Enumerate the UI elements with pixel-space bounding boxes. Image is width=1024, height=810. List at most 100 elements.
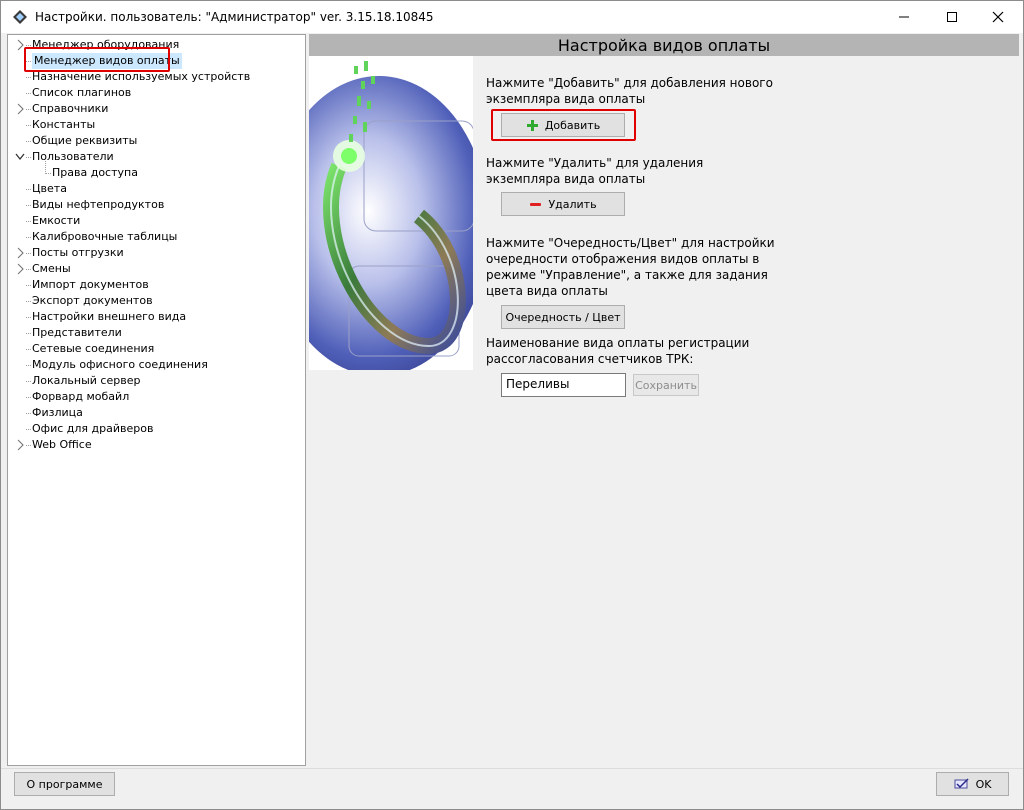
tree-item-label: Настройки внешнего вида	[32, 310, 187, 323]
order-color-button-label: Очередность / Цвет	[505, 310, 621, 324]
tree-connector	[26, 141, 31, 142]
overflow-name-input[interactable]: Переливы	[501, 373, 626, 397]
minimize-button[interactable]	[881, 1, 927, 33]
panel-header: Настройка видов оплаты	[309, 34, 1019, 56]
tree-item[interactable]: Модуль офисного соединения	[8, 357, 305, 373]
tree-connector	[26, 349, 31, 350]
tree-connector	[26, 397, 31, 398]
tree-connector	[26, 77, 31, 78]
tree-item-label: Импорт документов	[32, 278, 149, 291]
tree-item[interactable]: Представители	[8, 325, 305, 341]
chevron-down-icon[interactable]	[15, 151, 25, 163]
order-color-button[interactable]: Очередность / Цвет	[501, 305, 625, 329]
about-button[interactable]: О программе	[14, 772, 115, 796]
window-title: Настройки. пользователь: "Администратор"…	[35, 10, 434, 24]
chevron-right-icon[interactable]	[15, 439, 25, 451]
tree-item[interactable]: Физлица	[8, 405, 305, 421]
tree-connector	[26, 93, 31, 94]
chevron-right-icon[interactable]	[15, 247, 25, 259]
minimize-icon	[899, 16, 909, 18]
maximize-button[interactable]	[929, 1, 975, 33]
tree-item-label: Цвета	[32, 182, 67, 195]
tree-item[interactable]: Общие реквизиты	[8, 133, 305, 149]
tree-connector	[26, 333, 31, 334]
close-icon	[992, 11, 1004, 23]
ok-check-icon	[954, 778, 969, 789]
tree-connector	[26, 157, 31, 158]
save-button-label: Сохранить	[635, 378, 697, 392]
tree-item-label: Список плагинов	[32, 86, 132, 99]
tree-item-label: Калибровочные таблицы	[32, 230, 178, 243]
tree-connector	[26, 269, 31, 270]
tree-item-label: Форвард мобайл	[32, 390, 130, 403]
delete-hint-text: Нажмите "Удалить" для удаления экземпляр…	[486, 156, 704, 186]
delete-button-label: Удалить	[548, 197, 597, 211]
tree-connector	[26, 317, 31, 318]
tree-item-label: Физлица	[32, 406, 83, 419]
tree-item[interactable]: Сетевые соединения	[8, 341, 305, 357]
tree-connector	[26, 285, 31, 286]
decorative-illustration	[309, 56, 473, 370]
tree-item-label: Смены	[32, 262, 71, 275]
tree-item[interactable]: Константы	[8, 117, 305, 133]
order-hint-text: Нажмите "Очередность/Цвет" для настройки…	[486, 236, 775, 298]
tree-connector	[26, 301, 31, 302]
tree-item-label: Локальный сервер	[32, 374, 141, 387]
tree-item-label: Офис для драйверов	[32, 422, 154, 435]
tree-item[interactable]: Список плагинов	[8, 85, 305, 101]
payment-types-panel: Нажмите "Добавить" для добавления нового…	[309, 56, 1019, 766]
tree-item[interactable]: Права доступа	[8, 165, 305, 181]
tree-connector	[26, 253, 31, 254]
tree-item-label: Web Office	[32, 438, 92, 451]
tree-connector	[26, 45, 31, 46]
tree-connector	[26, 205, 31, 206]
maximize-icon	[947, 12, 957, 22]
tree-connector	[26, 381, 31, 382]
tree-child-connector	[45, 161, 46, 174]
tree-item[interactable]: Посты отгрузки	[8, 245, 305, 261]
tree-item[interactable]: Настройки внешнего вида	[8, 309, 305, 325]
tree-item-label: Модуль офисного соединения	[32, 358, 208, 371]
tree-item[interactable]: Емкости	[8, 213, 305, 229]
tree-item[interactable]: Локальный сервер	[8, 373, 305, 389]
tree-item[interactable]: Калибровочные таблицы	[8, 229, 305, 245]
tree-item-label: Виды нефтепродуктов	[32, 198, 165, 211]
tree-item[interactable]: Пользователи	[8, 149, 305, 165]
tree-connector	[26, 365, 31, 366]
chevron-right-icon[interactable]	[15, 263, 25, 275]
selected-item-highlight	[24, 47, 170, 72]
tree-item[interactable]: Цвета	[8, 181, 305, 197]
tree-item-label: Экспорт документов	[32, 294, 153, 307]
ok-button-label: OK	[975, 777, 992, 791]
tree-item[interactable]: Форвард мобайл	[8, 389, 305, 405]
tree-item[interactable]: Справочники	[8, 101, 305, 117]
tree-item[interactable]: Импорт документов	[8, 277, 305, 293]
footer-divider	[1, 768, 1023, 769]
tree-item[interactable]: Экспорт документов	[8, 293, 305, 309]
add-button[interactable]: Добавить	[501, 113, 625, 137]
add-hint-text: Нажмите "Добавить" для добавления нового…	[486, 76, 773, 106]
tree-item[interactable]: Офис для драйверов	[8, 421, 305, 437]
tree-item-label: Константы	[32, 118, 96, 131]
tree-item-label: Права доступа	[52, 166, 138, 179]
save-button[interactable]: Сохранить	[633, 374, 699, 396]
ok-button[interactable]: OK	[936, 772, 1009, 796]
chevron-right-icon[interactable]	[15, 103, 25, 115]
tree-item-label: Посты отгрузки	[32, 246, 124, 259]
tree-connector	[26, 413, 31, 414]
minus-icon	[530, 202, 542, 206]
tree-connector	[26, 189, 31, 190]
settings-tree[interactable]: Менеджер оборудования Менеджер видов опла…	[7, 34, 306, 766]
tree-item-label: Емкости	[32, 214, 81, 227]
tree-connector	[26, 109, 31, 110]
tree-item[interactable]: Web Office	[8, 437, 305, 453]
close-button[interactable]	[975, 1, 1021, 33]
tree-item-label: Общие реквизиты	[32, 134, 138, 147]
tree-connector	[26, 445, 31, 446]
tree-connector	[46, 173, 51, 174]
delete-button[interactable]: Удалить	[501, 192, 625, 216]
tree-item[interactable]: Смены	[8, 261, 305, 277]
tree-item[interactable]: Виды нефтепродуктов	[8, 197, 305, 213]
app-diamond-icon	[13, 10, 27, 24]
title-bar: Настройки. пользователь: "Администратор"…	[1, 1, 1023, 33]
